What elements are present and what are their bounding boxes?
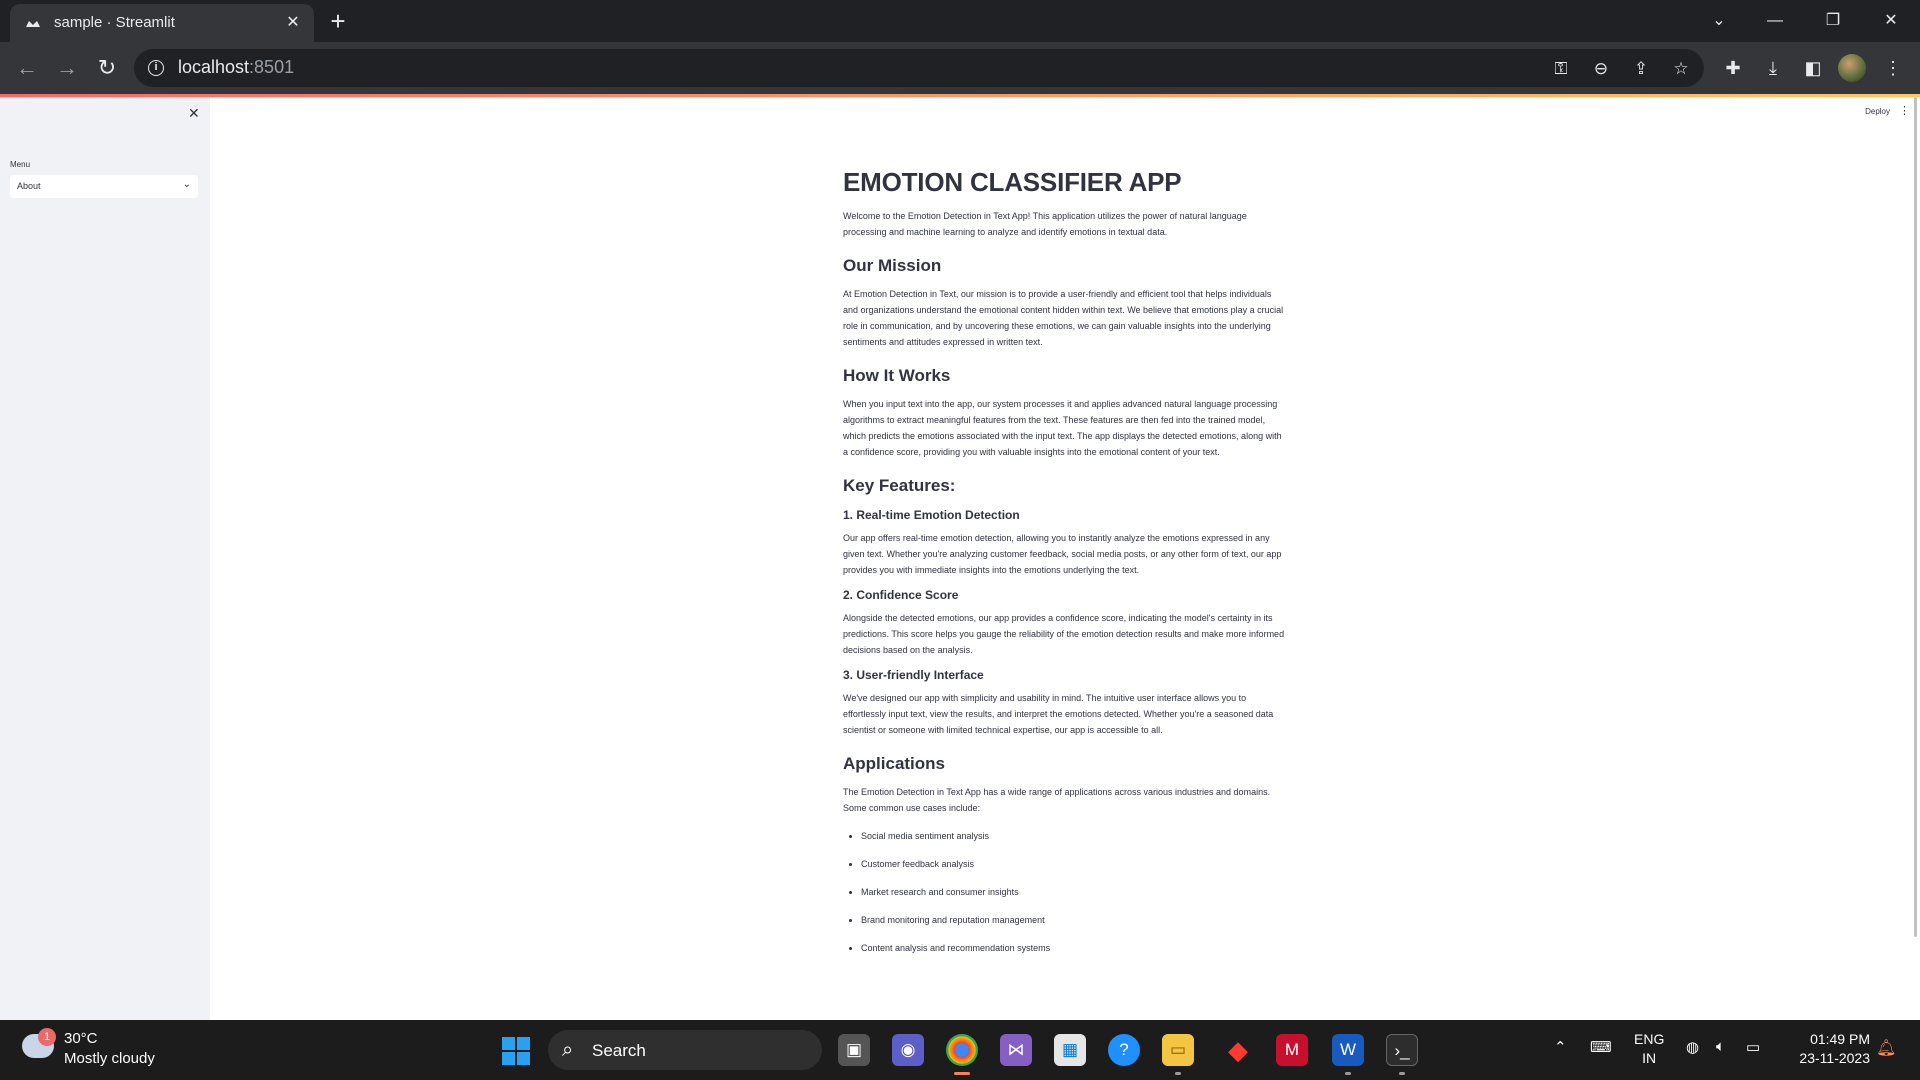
reload-icon[interactable]: ↻	[94, 55, 120, 81]
download-icon[interactable]: ⤓	[1760, 55, 1786, 81]
list-item: Social media sentiment analysis	[861, 828, 1288, 844]
mcafee-icon[interactable]: M	[1276, 1034, 1308, 1066]
browser-toolbar: ← → ↻ i localhost:8501 ⚿ ⊖ ⇪ ☆ ✚ ⤓ ◧ ⋮	[0, 42, 1920, 94]
feature-text: Our app offers real-time emotion detecti…	[843, 533, 1282, 575]
profile-avatar[interactable]	[1838, 54, 1866, 82]
chevron-up-icon[interactable]: ⌃	[1554, 1038, 1567, 1056]
close-sidebar-icon[interactable]: ✕	[188, 105, 200, 122]
task-view-icon[interactable]: ▣	[838, 1034, 870, 1066]
forward-icon[interactable]: →	[54, 55, 80, 81]
url-text: localhost:8501	[178, 57, 295, 77]
page-content: EMOTION CLASSIFIER APP Welcome to the Em…	[843, 162, 1288, 968]
running-app-indicator	[1399, 1072, 1405, 1075]
clock[interactable]: 01:49 PM 23-11-2023	[1780, 1030, 1870, 1068]
browser-tab[interactable]: sample · Streamlit ✕	[10, 4, 314, 42]
teams-chat-icon[interactable]: ◉	[892, 1034, 924, 1066]
clock-time: 01:49 PM	[1810, 1031, 1870, 1047]
mission-text: At Emotion Detection in Text, our missio…	[843, 289, 1284, 347]
weather-badge: 1	[38, 1028, 56, 1046]
address-bar[interactable]: i localhost:8501 ⚿ ⊖ ⇪ ☆	[134, 49, 1704, 87]
features-heading: Key Features:	[843, 476, 956, 495]
anydesk-icon[interactable]: ◆	[1222, 1034, 1254, 1066]
page-title: EMOTION CLASSIFIER APP	[843, 167, 1182, 197]
chrome-icon[interactable]	[946, 1034, 978, 1066]
close-window-icon[interactable]: ✕	[1876, 8, 1906, 34]
chevron-down-icon: ⌄	[182, 179, 191, 190]
get-help-icon[interactable]: ?	[1108, 1034, 1140, 1066]
bookmark-star-icon[interactable]: ☆	[1670, 58, 1692, 80]
sidebar: ✕ Menu About ⌄	[0, 97, 210, 1020]
how-text: When you input text into the app, our sy…	[843, 399, 1282, 457]
feature-title: 1. Real-time Emotion Detection	[843, 508, 1020, 522]
list-item: Content analysis and recommendation syst…	[861, 940, 1288, 956]
menu-select-value: About	[17, 181, 41, 191]
volume-icon[interactable]: 🔈︎	[1716, 1038, 1725, 1055]
streamlit-favicon-icon	[26, 21, 40, 27]
extensions-icon[interactable]: ✚	[1720, 55, 1746, 81]
search-icon: ⌕	[562, 1039, 574, 1061]
applications-heading: Applications	[843, 754, 946, 773]
menu-select[interactable]: About ⌄	[10, 175, 198, 198]
search-label: Search	[592, 1041, 646, 1060]
applications-text: The Emotion Detection in Text App has a …	[843, 787, 1271, 813]
intro-text: Welcome to the Emotion Detection in Text…	[843, 211, 1247, 237]
terminal-icon[interactable]: ›_	[1386, 1034, 1418, 1066]
mission-heading: Our Mission	[843, 256, 942, 275]
word-icon[interactable]: W	[1332, 1034, 1364, 1066]
file-explorer-icon[interactable]: ▭	[1162, 1034, 1194, 1066]
new-tab-icon[interactable]: +	[325, 8, 351, 35]
notification-bell-icon[interactable]: 🔔︎	[1876, 1038, 1896, 1058]
browser-tab-bar: sample · Streamlit ✕ + ⌄ — ❐ ✕	[0, 0, 1920, 42]
clock-date: 23-11-2023	[1799, 1050, 1870, 1066]
network-globe-icon[interactable]: ◍	[1686, 1038, 1699, 1056]
running-app-indicator	[1345, 1072, 1351, 1075]
taskbar: 1 30°C Mostly cloudy ⌕ Search ▣ ◉ ⋈ ▦ ? …	[0, 1020, 1920, 1080]
windows-start-icon[interactable]	[502, 1037, 530, 1065]
feature-title: 3. User-friendly Interface	[843, 668, 984, 682]
password-key-icon[interactable]: ⚿	[1550, 58, 1572, 80]
list-item: Market research and consumer insights	[861, 884, 1288, 900]
back-icon[interactable]: ←	[14, 55, 40, 81]
menu-label: Menu	[10, 160, 31, 169]
side-panel-icon[interactable]: ◧	[1800, 55, 1826, 81]
tab-search-chevron-icon[interactable]: ⌄	[1704, 8, 1734, 34]
feature-text: Alongside the detected emotions, our app…	[843, 613, 1285, 655]
main-area: Deploy ⋮ EMOTION CLASSIFIER APP Welcome …	[210, 97, 1920, 1020]
region-code: IN	[1642, 1050, 1657, 1066]
weather-temp[interactable]: 30°C	[64, 1030, 98, 1047]
tab-title: sample · Streamlit	[54, 14, 175, 31]
microsoft-store-icon[interactable]: ▦	[1054, 1034, 1086, 1066]
browser-menu-icon[interactable]: ⋮	[1880, 55, 1906, 81]
restore-icon[interactable]: ❐	[1818, 8, 1848, 34]
language-indicator[interactable]: ENG IN	[1634, 1030, 1664, 1068]
deploy-button[interactable]: Deploy	[1865, 107, 1890, 116]
lang-code: ENG	[1634, 1031, 1665, 1047]
list-item: Customer feedback analysis	[861, 856, 1288, 872]
feature-title: 2. Confidence Score	[843, 588, 959, 602]
minimize-icon[interactable]: —	[1760, 8, 1790, 34]
weather-desc[interactable]: Mostly cloudy	[64, 1050, 155, 1067]
running-app-indicator	[1175, 1072, 1181, 1075]
visual-studio-icon[interactable]: ⋈	[1000, 1034, 1032, 1066]
share-icon[interactable]: ⇪	[1630, 58, 1652, 80]
close-tab-icon[interactable]: ✕	[282, 12, 304, 34]
site-info-icon[interactable]: i	[148, 60, 164, 76]
zoom-icon[interactable]: ⊖	[1590, 58, 1612, 80]
feature-text: We've designed our app with simplicity a…	[843, 693, 1274, 735]
scrollbar[interactable]	[1912, 97, 1920, 937]
taskbar-search[interactable]: ⌕ Search	[548, 1030, 822, 1070]
keyboard-icon[interactable]: ⌨	[1590, 1038, 1612, 1056]
battery-icon[interactable]: ▭	[1746, 1038, 1760, 1056]
applications-list: Social media sentiment analysis Customer…	[843, 828, 1288, 956]
how-heading: How It Works	[843, 366, 951, 385]
active-app-indicator	[954, 1072, 970, 1075]
list-item: Brand monitoring and reputation manageme…	[861, 912, 1288, 928]
main-menu-icon[interactable]: ⋮	[1899, 104, 1910, 117]
